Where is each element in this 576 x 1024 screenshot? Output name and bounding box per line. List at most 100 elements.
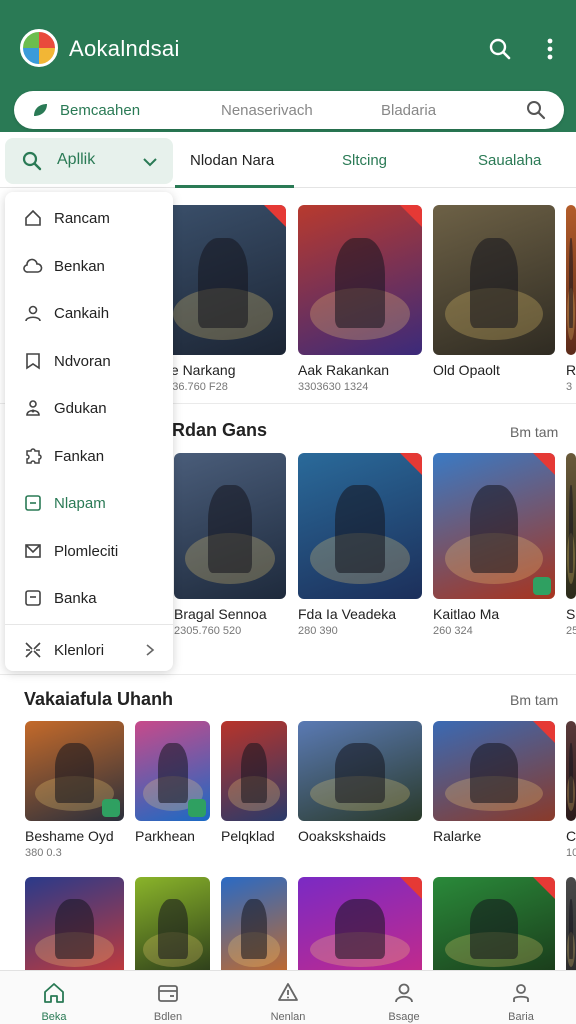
search-category[interactable]: Bemcaahen: [60, 102, 140, 119]
thumbnail-art: [240, 899, 268, 959]
thumbnail-art: [157, 743, 188, 803]
dropdown-item-label: Cankaih: [54, 305, 110, 322]
nav-item-label: Baria: [508, 1011, 534, 1023]
thumbnail-art: [197, 238, 249, 328]
game-title: Bragal Sennoa: [174, 606, 267, 622]
nav-item[interactable]: Bdlen: [128, 971, 208, 1024]
nav-item-label: Nenlan: [270, 1011, 306, 1023]
see-all-link[interactable]: Bm tam: [510, 692, 558, 708]
dropdown-item[interactable]: Benkan: [5, 243, 173, 289]
divider: [5, 624, 173, 625]
game-thumbnail[interactable]: [298, 877, 422, 970]
dropdown-item-label: Ndvoran: [54, 352, 111, 370]
nav-item[interactable]: Bsage: [364, 971, 444, 1024]
new-badge: [400, 877, 422, 899]
dropdown-item[interactable]: Banka: [5, 575, 173, 621]
search-option[interactable]: Nenaserivach: [221, 102, 313, 119]
game-thumbnail: [298, 721, 422, 821]
status-bar: [0, 0, 576, 10]
search-icon[interactable]: [488, 37, 512, 61]
search-option[interactable]: Bladaria: [381, 102, 436, 119]
search-bar[interactable]: Bemcaahen Nenaserivach Bladaria: [14, 91, 564, 129]
thumbnail-art: [207, 485, 253, 573]
game-thumbnail[interactable]: [566, 877, 576, 970]
dropdown-item-label: Nlapam: [54, 495, 106, 512]
nav-item-label: Bdlen: [153, 1011, 183, 1023]
thumbnail-art: [569, 743, 573, 803]
group-icon: [23, 398, 43, 418]
game-title: Parkhean: [135, 828, 195, 844]
game-thumbnail[interactable]: [25, 877, 124, 970]
game-meta: 10: [566, 847, 576, 859]
nav-item[interactable]: Beka: [14, 971, 94, 1024]
game-thumbnail[interactable]: [135, 877, 210, 970]
thumbnail-art: [569, 899, 573, 959]
new-badge: [533, 721, 555, 743]
nav-item[interactable]: Nenlan: [248, 971, 328, 1024]
more-vert-icon[interactable]: [538, 37, 562, 61]
game-thumbnail: [25, 721, 124, 821]
game-thumbnail: [221, 721, 287, 821]
game-thumbnail: [566, 205, 576, 355]
game-thumbnail: [298, 453, 422, 599]
square-minus-icon: [23, 493, 43, 513]
puzzle-icon: [23, 446, 43, 466]
thumbnail-art: [469, 238, 519, 328]
dropdown-item[interactable]: Rancam: [5, 195, 173, 241]
nav-item-label: Beka: [41, 1011, 67, 1023]
game-meta: 260 324: [433, 625, 473, 637]
section-title: Vakaiafula Uhanh: [24, 689, 174, 709]
shuffle-icon: [23, 640, 43, 660]
thumbnail-art: [54, 743, 95, 803]
bookmark-icon: [23, 351, 43, 371]
wallet-icon: [156, 981, 180, 1005]
app-title: Aokalndsai: [69, 36, 180, 61]
dropdown-item-label: Fankan: [54, 447, 105, 465]
mail-icon: [23, 541, 43, 561]
user-icon: [392, 981, 416, 1005]
person-icon: [23, 303, 43, 323]
nav-item[interactable]: Baria: [481, 971, 561, 1024]
tab-popular[interactable]: Saualaha: [478, 152, 541, 169]
dropdown-item[interactable]: Ndvoran: [5, 338, 173, 384]
chevron-right-icon: [143, 643, 157, 657]
minus-box-icon: [23, 588, 43, 608]
verified-badge: [188, 799, 206, 817]
cloud-icon: [23, 256, 43, 276]
dropdown-item-label: Plomleciti: [54, 542, 119, 560]
dropdown-item[interactable]: Cankaih: [5, 290, 173, 336]
search-icon[interactable]: [526, 100, 546, 120]
tab-trending[interactable]: Sltcing: [342, 152, 387, 169]
search-icon: [22, 151, 42, 171]
verified-badge: [533, 577, 551, 595]
game-meta: 280 390: [298, 625, 338, 637]
game-meta: 2305.760 520: [174, 625, 242, 637]
thumbnail-art: [335, 238, 385, 328]
dropdown-item-more[interactable]: Klenlori: [5, 627, 173, 673]
dropdown-item-label: Banka: [54, 590, 97, 607]
game-title: Pelqklad: [221, 828, 275, 844]
thumbnail-art: [240, 743, 268, 803]
see-all-link[interactable]: Bm tam: [510, 424, 558, 440]
chevron-down-icon: [141, 153, 159, 171]
game-thumbnail[interactable]: [433, 877, 555, 970]
game-thumbnail[interactable]: [221, 877, 287, 970]
category-select[interactable]: Apllik: [5, 138, 173, 184]
dropdown-item[interactable]: Plomleciti: [5, 528, 173, 574]
dropdown-item[interactable]: Nlapam: [5, 480, 173, 526]
tab-featured[interactable]: Nlodan Nara: [190, 152, 274, 169]
thumbnail-art: [469, 899, 519, 959]
game-title: R: [566, 362, 576, 378]
new-badge: [400, 205, 422, 227]
dropdown-item[interactable]: Fankan: [5, 433, 173, 479]
game-title: S: [566, 606, 576, 622]
game-thumbnail: [566, 453, 576, 599]
dropdown-item[interactable]: Gdukan: [5, 385, 173, 431]
game-thumbnail: [566, 721, 576, 821]
game-title: Old Opaolt: [433, 362, 500, 378]
game-thumbnail: [433, 721, 555, 821]
thumbnail-art: [335, 899, 385, 959]
new-badge: [533, 877, 555, 899]
thumbnail-art: [335, 743, 385, 803]
game-thumbnail: [298, 205, 422, 355]
